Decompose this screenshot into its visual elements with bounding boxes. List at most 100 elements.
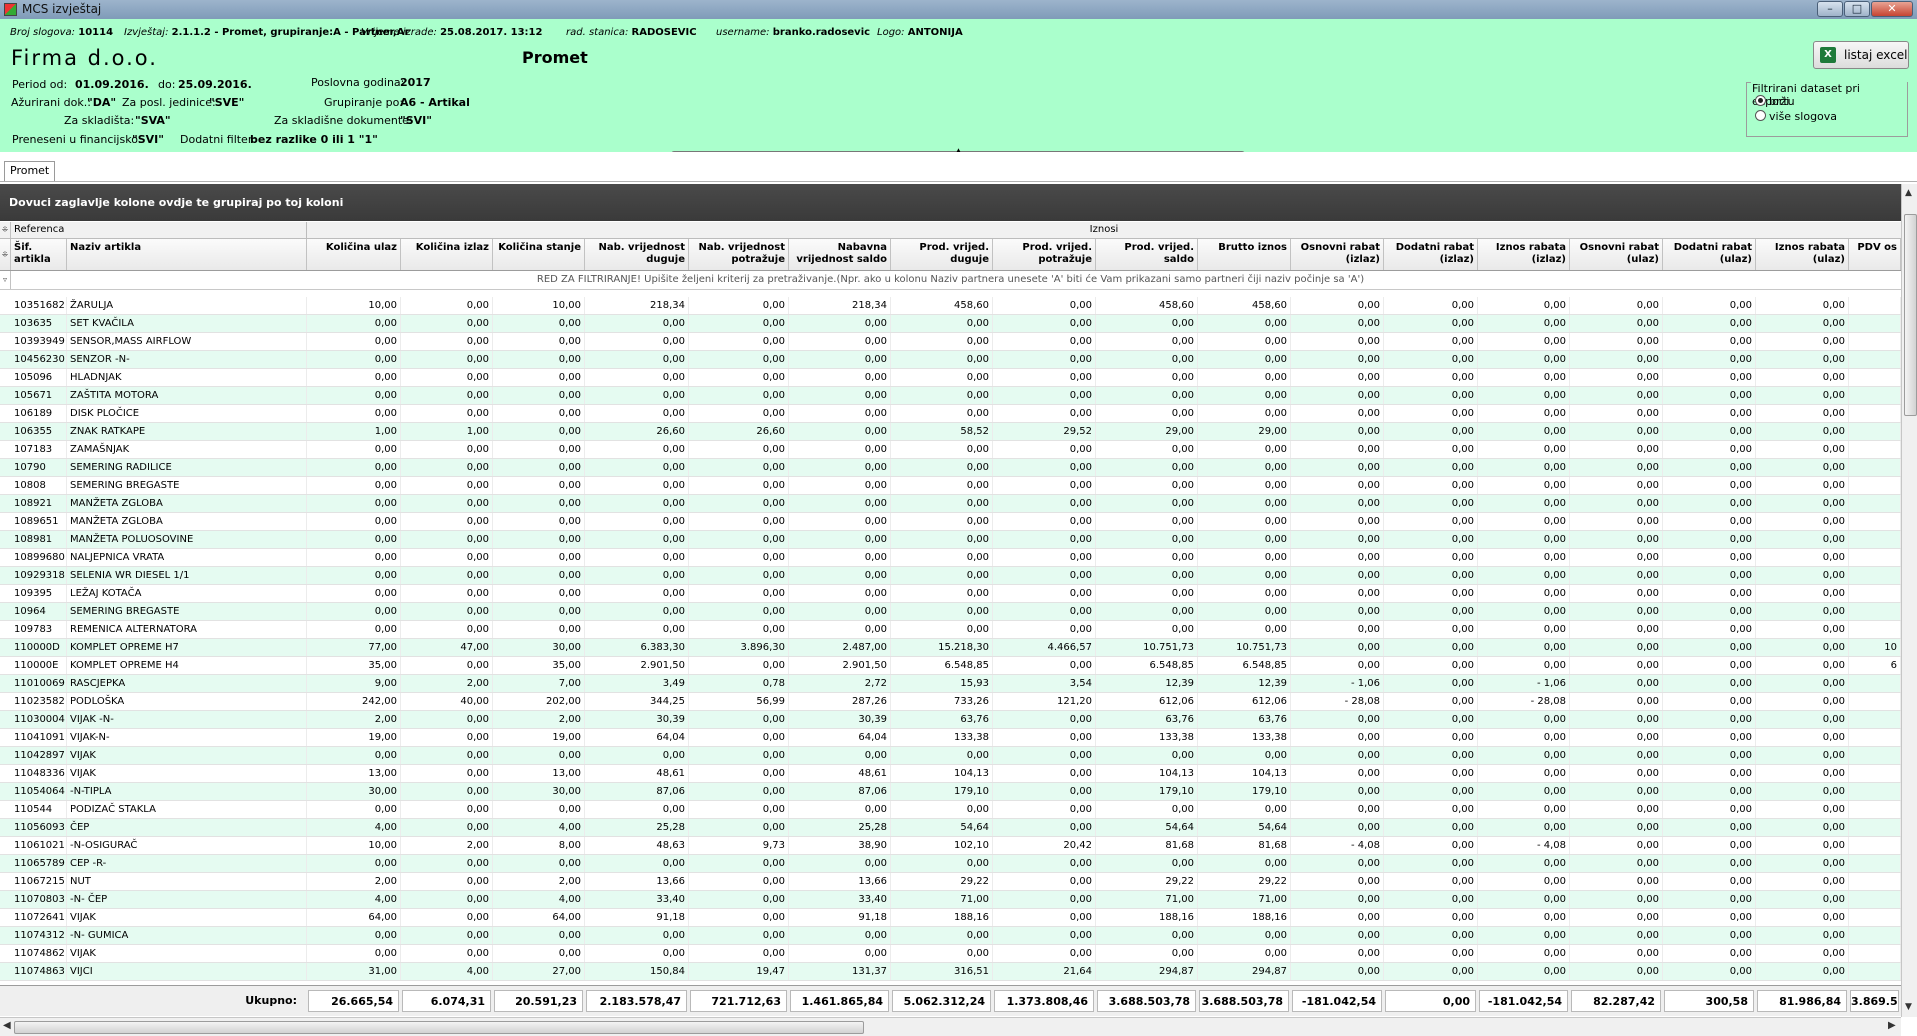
cell-prod-vrijed-saldo[interactable]: 0,00 <box>1096 333 1198 350</box>
cell-osnovni-rabat-izlaz[interactable]: 0,00 <box>1291 603 1384 620</box>
cell-iznos-rabata-izlaz[interactable]: 0,00 <box>1478 729 1570 746</box>
cell-sif-artikla[interactable]: 11010069 <box>11 675 67 692</box>
cell-nab-vrijednost-potrazuje[interactable]: 0,00 <box>689 891 789 908</box>
cell-nab-vrijednost-duguje[interactable]: 0,00 <box>585 369 689 386</box>
cell-iznos-rabata-izlaz[interactable]: - 28,08 <box>1478 693 1570 710</box>
cell-iznos-rabata-ulaz[interactable]: 0,00 <box>1756 693 1849 710</box>
cell-kolicina-ulaz[interactable]: 0,00 <box>307 549 401 566</box>
cell-prod-vrijed-saldo[interactable]: 0,00 <box>1096 603 1198 620</box>
cell-osnovni-rabat-ulaz[interactable]: 0,00 <box>1570 351 1663 368</box>
cell-prod-vrijed-duguje[interactable]: 0,00 <box>891 405 993 422</box>
cell-prod-vrijed-duguje[interactable]: 0,00 <box>891 459 993 476</box>
cell-sif-artikla[interactable]: 11067215 <box>11 873 67 890</box>
cell-nab-vrijednost-duguje[interactable]: 218,34 <box>585 297 689 314</box>
export-option-fast[interactable]: brži <box>1755 95 1789 108</box>
cell-kolicina-stanje[interactable]: 0,00 <box>493 441 585 458</box>
cell-nabavna-vrijednost-saldo[interactable]: 38,90 <box>789 837 891 854</box>
cell-dodatni-rabat-izlaz[interactable]: 0,00 <box>1384 801 1478 818</box>
cell-iznos-rabata-ulaz[interactable]: 0,00 <box>1756 441 1849 458</box>
cell-iznos-rabata-izlaz[interactable]: 0,00 <box>1478 909 1570 926</box>
cell-prod-vrijed-duguje[interactable]: 71,00 <box>891 891 993 908</box>
cell-sif-artikla[interactable]: 1089651 <box>11 513 67 530</box>
cell-iznos-rabata-ulaz[interactable]: 0,00 <box>1756 891 1849 908</box>
table-row[interactable]: 10929318 SELENIA WR DIESEL 1/1 0,00 0,00 0,0… <box>0 567 1901 585</box>
cell-kolicina-izlaz[interactable]: 0,00 <box>401 459 493 476</box>
cell-kolicina-stanje[interactable]: 202,00 <box>493 693 585 710</box>
cell-nab-vrijednost-potrazuje[interactable]: 19,47 <box>689 963 789 980</box>
cell-pdv-os[interactable] <box>1849 387 1901 404</box>
cell-kolicina-izlaz[interactable]: 0,00 <box>401 927 493 944</box>
cell-kolicina-izlaz[interactable]: 0,00 <box>401 711 493 728</box>
cell-sif-artikla[interactable]: 105671 <box>11 387 67 404</box>
cell-prod-vrijed-duguje[interactable]: 0,00 <box>891 585 993 602</box>
cell-nabavna-vrijednost-saldo[interactable]: 0,00 <box>789 855 891 872</box>
cell-dodatni-rabat-izlaz[interactable]: 0,00 <box>1384 873 1478 890</box>
cell-nab-vrijednost-potrazuje[interactable]: 0,00 <box>689 873 789 890</box>
cell-osnovni-rabat-ulaz[interactable]: 0,00 <box>1570 549 1663 566</box>
cell-dodatni-rabat-izlaz[interactable]: 0,00 <box>1384 387 1478 404</box>
cell-brutto-iznos[interactable]: 0,00 <box>1198 459 1291 476</box>
cell-nab-vrijednost-duguje[interactable]: 0,00 <box>585 477 689 494</box>
radio-selected-icon[interactable] <box>1755 95 1766 106</box>
cell-naziv-artikla[interactable]: DISK PLOČICE <box>67 405 307 422</box>
cell-nab-vrijednost-potrazuje[interactable]: 0,00 <box>689 567 789 584</box>
cell-brutto-iznos[interactable]: 0,00 <box>1198 549 1291 566</box>
cell-dodatni-rabat-ulaz[interactable]: 0,00 <box>1663 909 1756 926</box>
cell-kolicina-stanje[interactable]: 0,00 <box>493 405 585 422</box>
horizontal-scrollbar[interactable]: ◀ ▶ <box>0 1017 1901 1036</box>
cell-prod-vrijed-saldo[interactable]: 0,00 <box>1096 585 1198 602</box>
cell-iznos-rabata-izlaz[interactable]: 0,00 <box>1478 531 1570 548</box>
cell-brutto-iznos[interactable]: 0,00 <box>1198 603 1291 620</box>
cell-kolicina-ulaz[interactable]: 0,00 <box>307 387 401 404</box>
cell-dodatni-rabat-izlaz[interactable]: 0,00 <box>1384 765 1478 782</box>
cell-dodatni-rabat-izlaz[interactable]: 0,00 <box>1384 891 1478 908</box>
cell-osnovni-rabat-izlaz[interactable]: 0,00 <box>1291 855 1384 872</box>
cell-kolicina-izlaz[interactable]: 0,00 <box>401 369 493 386</box>
cell-iznos-rabata-ulaz[interactable]: 0,00 <box>1756 747 1849 764</box>
cell-dodatni-rabat-izlaz[interactable]: 0,00 <box>1384 495 1478 512</box>
cell-osnovni-rabat-ulaz[interactable]: 0,00 <box>1570 963 1663 980</box>
cell-osnovni-rabat-ulaz[interactable]: 0,00 <box>1570 315 1663 332</box>
cell-nab-vrijednost-potrazuje[interactable]: 0,00 <box>689 441 789 458</box>
cell-brutto-iznos[interactable]: 54,64 <box>1198 819 1291 836</box>
cell-sif-artikla[interactable]: 110000E <box>11 657 67 674</box>
cell-naziv-artikla[interactable]: VIJAK <box>67 765 307 782</box>
cell-kolicina-stanje[interactable]: 0,00 <box>493 927 585 944</box>
cell-brutto-iznos[interactable]: 81,68 <box>1198 837 1291 854</box>
cell-dodatni-rabat-ulaz[interactable]: 0,00 <box>1663 603 1756 620</box>
cell-osnovni-rabat-izlaz[interactable]: 0,00 <box>1291 909 1384 926</box>
cell-sif-artikla[interactable]: 106189 <box>11 405 67 422</box>
cell-nab-vrijednost-potrazuje[interactable]: 0,00 <box>689 927 789 944</box>
cell-dodatni-rabat-ulaz[interactable]: 0,00 <box>1663 549 1756 566</box>
cell-prod-vrijed-potrazuje[interactable]: 0,00 <box>993 783 1096 800</box>
cell-kolicina-izlaz[interactable]: 0,00 <box>401 765 493 782</box>
radio-icon[interactable] <box>1755 110 1766 121</box>
cell-prod-vrijed-duguje[interactable]: 102,10 <box>891 837 993 854</box>
cell-iznos-rabata-ulaz[interactable]: 0,00 <box>1756 549 1849 566</box>
cell-prod-vrijed-saldo[interactable]: 0,00 <box>1096 369 1198 386</box>
cell-nab-vrijednost-duguje[interactable]: 33,40 <box>585 891 689 908</box>
cell-osnovni-rabat-izlaz[interactable]: 0,00 <box>1291 387 1384 404</box>
cell-iznos-rabata-izlaz[interactable]: 0,00 <box>1478 297 1570 314</box>
cell-dodatni-rabat-ulaz[interactable]: 0,00 <box>1663 531 1756 548</box>
cell-osnovni-rabat-izlaz[interactable]: 0,00 <box>1291 783 1384 800</box>
cell-kolicina-ulaz[interactable]: 0,00 <box>307 333 401 350</box>
column-header-nab-vrijednost-potrazuje[interactable]: Nab. vrijednost potražuje <box>689 239 789 270</box>
cell-prod-vrijed-saldo[interactable]: 0,00 <box>1096 351 1198 368</box>
cell-pdv-os[interactable] <box>1849 621 1901 638</box>
cell-prod-vrijed-saldo[interactable]: 0,00 <box>1096 531 1198 548</box>
cell-sif-artikla[interactable]: 11074863 <box>11 963 67 980</box>
cell-dodatni-rabat-izlaz[interactable]: 0,00 <box>1384 297 1478 314</box>
cell-nab-vrijednost-potrazuje[interactable]: 0,00 <box>689 513 789 530</box>
cell-sif-artikla[interactable]: 109783 <box>11 621 67 638</box>
cell-prod-vrijed-saldo[interactable]: 0,00 <box>1096 855 1198 872</box>
cell-prod-vrijed-duguje[interactable]: 54,64 <box>891 819 993 836</box>
cell-nabavna-vrijednost-saldo[interactable]: 2.487,00 <box>789 639 891 656</box>
cell-prod-vrijed-potrazuje[interactable]: 0,00 <box>993 441 1096 458</box>
cell-kolicina-ulaz[interactable]: 0,00 <box>307 585 401 602</box>
cell-prod-vrijed-saldo[interactable]: 0,00 <box>1096 747 1198 764</box>
table-row[interactable]: 1089651 MANŽETA ZGLOBA 0,00 0,00 0,00 0,00 0,0… <box>0 513 1901 531</box>
cell-prod-vrijed-duguje[interactable]: 6.548,85 <box>891 657 993 674</box>
cell-brutto-iznos[interactable]: 29,22 <box>1198 873 1291 890</box>
cell-nab-vrijednost-duguje[interactable]: 0,00 <box>585 945 689 962</box>
